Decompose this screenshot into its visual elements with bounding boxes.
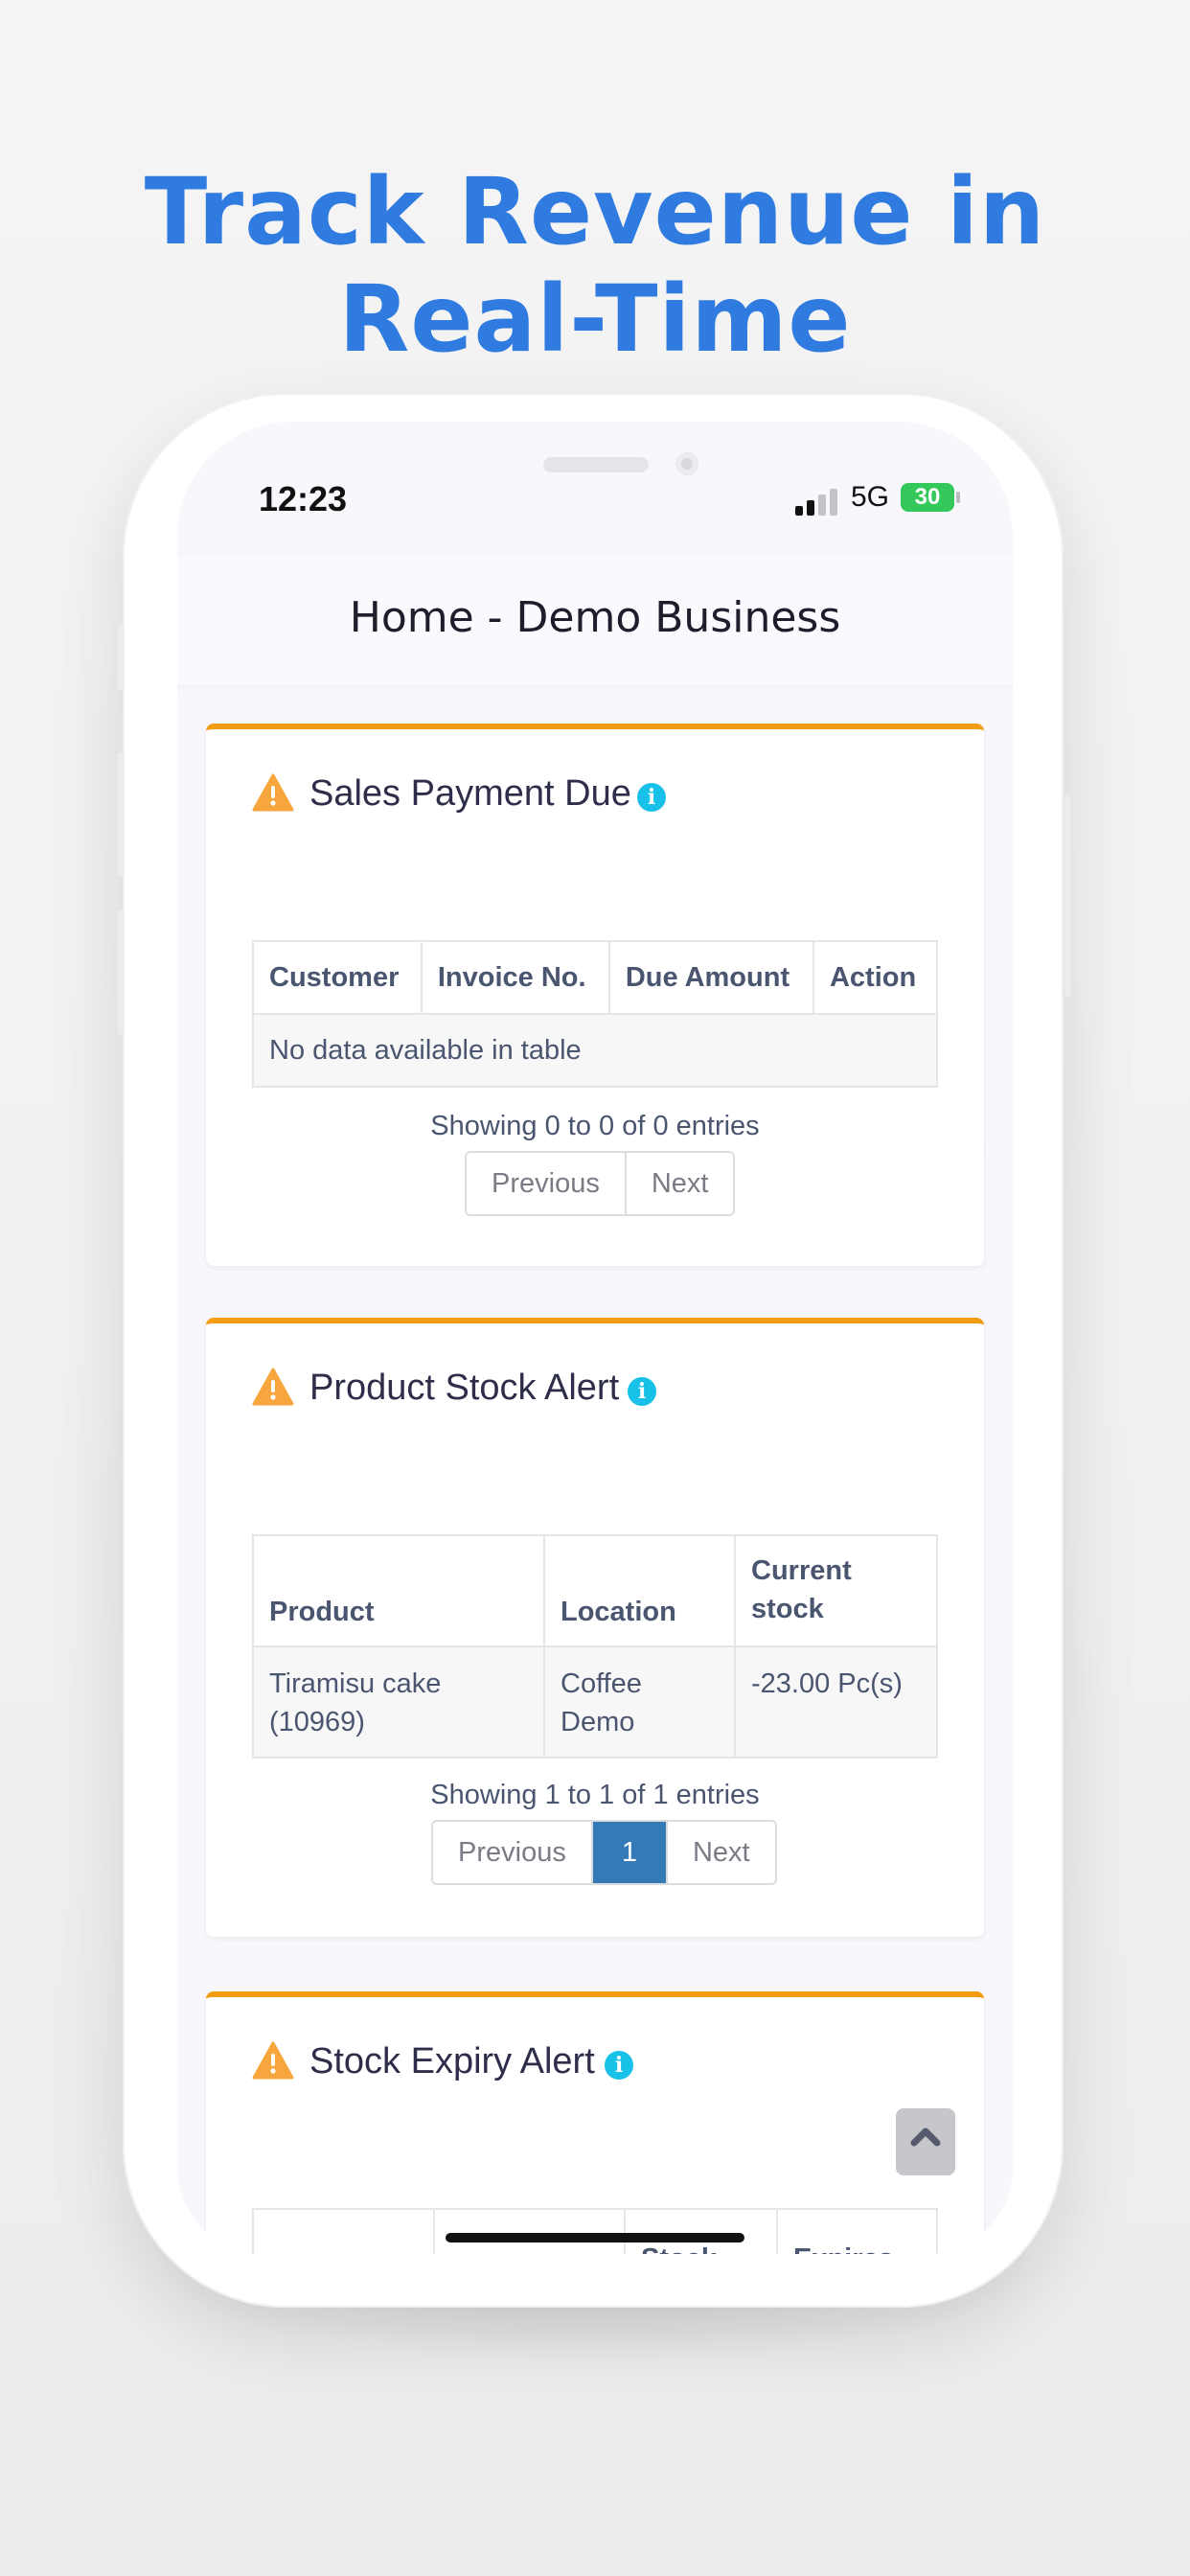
column-header[interactable]: Invoice No. — [420, 940, 610, 1015]
side-button-mute — [118, 623, 124, 690]
chevron-up-icon — [910, 2128, 941, 2147]
side-button-volume-down — [118, 910, 124, 1035]
column-header[interactable]: Product — [252, 1534, 545, 1647]
info-icon[interactable]: i — [637, 783, 666, 812]
pagination: Previous Next — [465, 1151, 736, 1216]
empty-table-message: No data available in table — [252, 1013, 938, 1088]
app-bar: Home - Demo Business — [177, 556, 1013, 685]
battery-cap — [956, 492, 960, 503]
sales-payment-due-card: Sales Payment Due i Customer Invoice No.… — [206, 724, 984, 1266]
scroll-to-top-button[interactable] — [896, 2108, 955, 2175]
product-cell: Tiramisu cake (10969) — [252, 1645, 545, 1759]
previous-button[interactable]: Previous — [467, 1153, 627, 1214]
column-header[interactable]: Stock — [624, 2208, 778, 2254]
table-info: Showing 0 to 0 of 0 entries — [430, 1111, 760, 1141]
warning-icon — [252, 773, 294, 812]
previous-button[interactable]: Previous — [433, 1822, 593, 1883]
warning-icon — [252, 1368, 294, 1406]
column-header[interactable]: Expires — [776, 2208, 938, 2254]
stock-expiry-alert-table: Stock Expires — [252, 2208, 938, 2254]
product-stock-alert-card: Product Stock Alert i Product Location C… — [206, 1318, 984, 1937]
column-header[interactable]: Action — [812, 940, 939, 1015]
stock-expiry-alert-card: Stock Expiry Alert i Stock Expires — [206, 1991, 984, 2254]
status-bar: 12:23 5G 30 — [177, 422, 1013, 575]
card-title: Sales Payment Due — [309, 773, 631, 814]
column-header[interactable]: Customer — [252, 940, 423, 1015]
stock-cell: -23.00 Pc(s) — [734, 1645, 938, 1759]
product-stock-alert-table: Product Location Current stock Tiramisu … — [252, 1534, 938, 1759]
network-label: 5G — [851, 481, 890, 513]
column-header[interactable]: Current stock — [734, 1534, 938, 1647]
location-cell: Coffee Demo — [543, 1645, 736, 1759]
column-header[interactable] — [252, 2208, 435, 2254]
status-time: 12:23 — [259, 479, 348, 518]
page-1-button[interactable]: 1 — [592, 1822, 668, 1883]
headline-line-1: Track Revenue in — [144, 158, 1046, 265]
side-button-power — [1064, 795, 1070, 997]
signal-icon — [795, 489, 837, 516]
page-title: Home - Demo Business — [349, 593, 841, 642]
sales-payment-due-table: Customer Invoice No. Due Amount Action N… — [252, 940, 939, 1088]
side-button-volume-up — [118, 752, 124, 877]
pagination: Previous 1 Next — [431, 1820, 777, 1885]
column-header[interactable] — [433, 2208, 626, 2254]
phone-screen: 12:23 5G 30 Home - Demo Business Sales P… — [177, 422, 1013, 2254]
next-button[interactable]: Next — [626, 1153, 734, 1214]
info-icon[interactable]: i — [605, 2051, 633, 2080]
speaker-grille — [543, 457, 649, 472]
info-icon[interactable]: i — [628, 1377, 656, 1406]
card-title: Product Stock Alert — [309, 1368, 620, 1408]
battery-icon: 30 — [901, 483, 954, 512]
headline-line-2: Real-Time — [338, 265, 852, 373]
headline: Track Revenue in Real-Time — [0, 158, 1190, 373]
column-header[interactable]: Due Amount — [607, 940, 814, 1015]
home-indicator[interactable] — [446, 2233, 744, 2242]
column-header[interactable]: Location — [543, 1534, 736, 1647]
card-title: Stock Expiry Alert — [309, 2041, 595, 2082]
warning-icon — [252, 2041, 294, 2080]
table-info: Showing 1 to 1 of 1 entries — [430, 1780, 760, 1810]
next-button[interactable]: Next — [667, 1822, 775, 1883]
front-camera — [675, 452, 698, 475]
